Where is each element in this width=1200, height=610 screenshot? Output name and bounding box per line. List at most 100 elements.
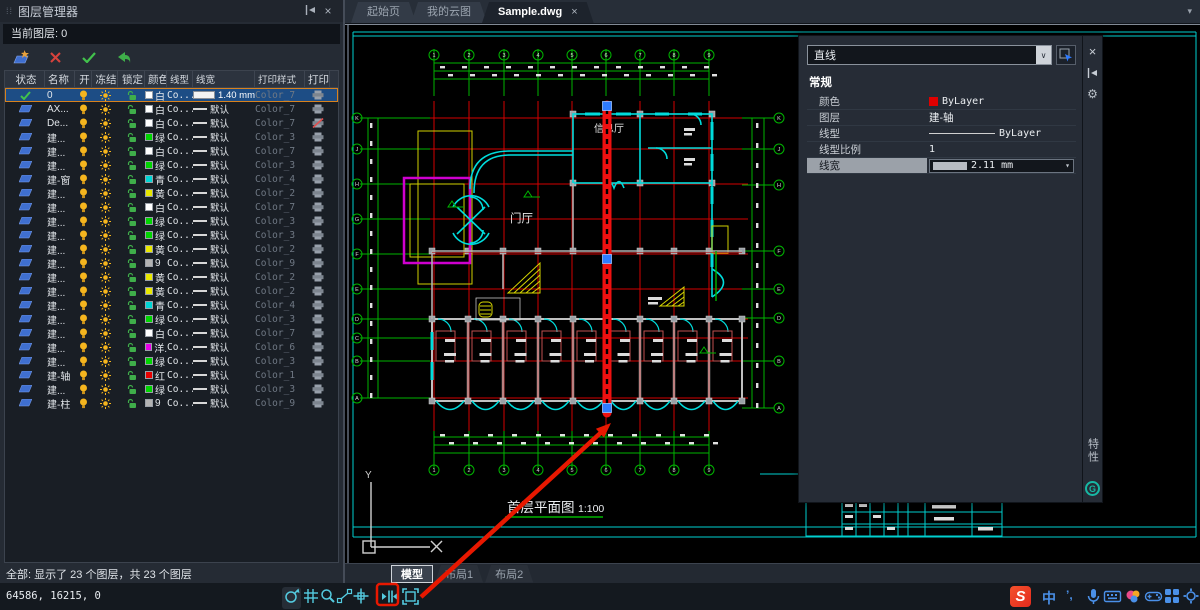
layer-freeze-icon[interactable] (92, 356, 118, 367)
layer-freeze-icon[interactable] (92, 272, 118, 283)
chevron-down-icon[interactable]: ▾ (1065, 161, 1070, 170)
object-type-select[interactable]: 直线 ∨ (807, 45, 1052, 65)
layer-lock-icon[interactable] (118, 300, 145, 311)
layer-linetype[interactable]: Co... (167, 104, 193, 115)
layer-linetype[interactable]: Co... (167, 160, 193, 171)
grip-bottom[interactable] (603, 404, 612, 413)
col-print[interactable]: 打印 (305, 71, 330, 87)
layer-lock-icon[interactable] (118, 132, 145, 143)
layer-on-icon[interactable] (75, 230, 92, 241)
layer-lineweight[interactable]: 1.40 mm (193, 90, 255, 101)
layer-lock-icon[interactable] (118, 398, 145, 409)
layer-print-icon[interactable] (305, 104, 330, 114)
layer-name[interactable]: 建... (45, 354, 75, 369)
layer-freeze-icon[interactable] (92, 132, 118, 143)
layer-on-icon[interactable] (75, 244, 92, 255)
zoom-icon[interactable] (319, 587, 337, 608)
layer-color[interactable]: 黄 (145, 284, 167, 299)
layer-row[interactable]: 建...黄Co...默认Color_2 (5, 186, 338, 200)
grip-middle[interactable] (603, 255, 612, 264)
layer-status-icon[interactable] (5, 91, 45, 100)
layer-linetype[interactable]: Co... (167, 90, 193, 101)
layer-name[interactable]: 建-轴 (45, 368, 75, 383)
layer-on-icon[interactable] (75, 160, 92, 171)
layer-color[interactable]: 白 (145, 102, 167, 117)
layer-freeze-icon[interactable] (92, 370, 118, 381)
layer-color[interactable]: 红 (145, 368, 167, 383)
layer-row[interactable]: 建-轴红Co...默认Color_1 (5, 368, 338, 382)
layer-on-icon[interactable] (75, 342, 92, 353)
layer-linetype[interactable]: Co... (167, 398, 193, 409)
ortho-circle-icon[interactable] (282, 587, 301, 609)
layer-lineweight[interactable]: 默认 (193, 340, 255, 354)
layer-freeze-icon[interactable] (92, 160, 118, 171)
layer-linetype[interactable]: Co... (167, 314, 193, 325)
layer-status-icon[interactable] (5, 343, 45, 351)
layer-linetype[interactable]: Co... (167, 146, 193, 157)
layer-lock-icon[interactable] (118, 118, 145, 129)
layer-row[interactable]: 建-柱9Co...默认Color_9 (5, 396, 338, 410)
layer-color[interactable]: 青 (145, 172, 167, 187)
layer-print-icon[interactable] (305, 286, 330, 296)
keyboard-icon[interactable] (1103, 587, 1122, 608)
layer-linetype[interactable]: Co... (167, 370, 193, 381)
layer-color[interactable]: 绿 (145, 214, 167, 229)
layer-lineweight[interactable]: 默认 (193, 186, 255, 200)
layer-linetype[interactable]: Co... (167, 342, 193, 353)
tab-close-icon[interactable]: × (571, 2, 577, 23)
layer-lineweight[interactable]: 默认 (193, 298, 255, 312)
toolbox-grid-icon[interactable] (1163, 587, 1181, 608)
layer-row[interactable]: 建...黄Co...默认Color_2 (5, 242, 338, 256)
layer-print-icon[interactable] (305, 314, 330, 324)
skin-palette-icon[interactable] (1124, 587, 1142, 608)
layer-on-icon[interactable] (75, 146, 92, 157)
layer-color[interactable]: 白 (145, 326, 167, 341)
layer-print-icon[interactable] (305, 258, 330, 268)
layer-lineweight[interactable]: 默认 (193, 130, 255, 144)
layer-color[interactable]: 白 (145, 144, 167, 159)
layer-lineweight[interactable]: 默认 (193, 144, 255, 158)
layer-linetype[interactable]: Co... (167, 384, 193, 395)
layer-print-icon[interactable] (305, 188, 330, 198)
layer-row[interactable]: 建...洋.Co...默认Color_6 (5, 340, 338, 354)
layer-freeze-icon[interactable] (92, 118, 118, 129)
tab-model[interactable]: 模型 (391, 565, 433, 583)
layer-lock-icon[interactable] (118, 286, 145, 297)
layer-on-icon[interactable] (75, 370, 92, 381)
layer-row[interactable]: 建...黄Co...默认Color_2 (5, 270, 338, 284)
layer-status-icon[interactable] (5, 189, 45, 197)
layer-color[interactable]: 白 (145, 88, 167, 103)
layer-lineweight[interactable]: 默认 (193, 256, 255, 270)
layer-linetype[interactable]: Co... (167, 188, 193, 199)
layer-lineweight[interactable]: 默认 (193, 214, 255, 228)
layer-lineweight[interactable]: 默认 (193, 312, 255, 326)
tab-start-page[interactable]: 起始页 (351, 2, 416, 23)
layer-linetype[interactable]: Co... (167, 202, 193, 213)
tab-sample-dwg[interactable]: Sample.dwg × (482, 2, 594, 23)
layer-freeze-icon[interactable] (92, 398, 118, 409)
layer-lock-icon[interactable] (118, 104, 145, 115)
layer-status-icon[interactable] (5, 357, 45, 365)
grid-icon[interactable] (302, 587, 320, 608)
layer-lock-icon[interactable] (118, 216, 145, 227)
layer-color[interactable]: 白 (145, 200, 167, 215)
layer-on-icon[interactable] (75, 258, 92, 269)
layer-status-icon[interactable] (5, 329, 45, 337)
layer-color[interactable]: 绿 (145, 354, 167, 369)
layer-name[interactable]: 建... (45, 270, 75, 285)
layer-linetype[interactable]: Co... (167, 118, 193, 129)
layer-color[interactable]: 白 (145, 116, 167, 131)
microphone-icon[interactable] (1084, 587, 1102, 609)
panel-pin-icon[interactable] (301, 4, 319, 18)
layer-row[interactable]: 建...白Co...默认Color_7 (5, 144, 338, 158)
restore-button[interactable] (114, 49, 132, 65)
layer-row[interactable]: 建...绿Co...默认Color_3 (5, 214, 338, 228)
layer-on-icon[interactable] (75, 356, 92, 367)
layer-lock-icon[interactable] (118, 272, 145, 283)
layer-linetype[interactable]: Co... (167, 300, 193, 311)
layer-row[interactable]: 建...绿Co...默认Color_3 (5, 354, 338, 368)
layer-row[interactable]: 0白Co...1.40 mmColor_7 (5, 88, 338, 102)
layer-print-icon[interactable] (305, 370, 330, 380)
layer-print-icon[interactable] (305, 216, 330, 226)
chevron-down-icon[interactable]: ∨ (1036, 46, 1051, 64)
